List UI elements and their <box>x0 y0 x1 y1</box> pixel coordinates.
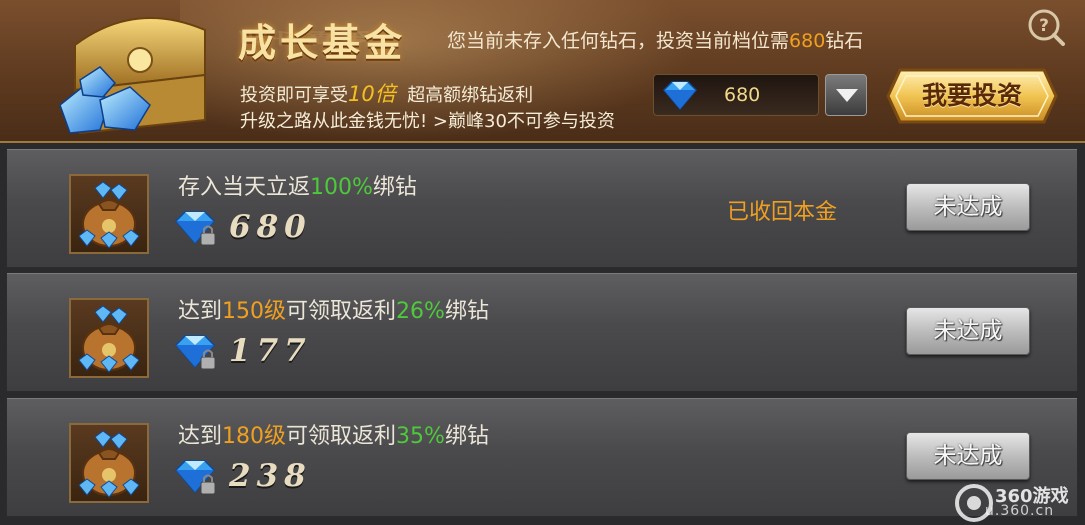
invest-button[interactable]: 我要投资 <box>886 68 1058 124</box>
investment-header: 成长基金 成长基金 您当前未存入任何钻石，投资当前档位需680钻石 投资即可享受… <box>0 0 1085 143</box>
principal-recovered-note: 已收回本金 <box>727 200 838 225</box>
reward-condition: 达到150级可领取返利26%绑钻 <box>178 293 489 325</box>
reward-icon-frame <box>69 423 149 503</box>
notice-suffix: 钻石 <box>825 30 864 52</box>
diamond-bag-icon <box>78 305 140 373</box>
reward-icon-frame <box>69 174 149 254</box>
benefit-description: 投资即可享受10倍 超高额绑钻返利 <box>240 78 533 108</box>
condition-prefix: 达到 <box>178 424 223 449</box>
desc1-suffix: 超高额绑钻返利 <box>407 85 534 106</box>
condition-percent: 26% <box>396 299 445 324</box>
notice-amount: 680 <box>789 30 826 52</box>
diamond-bag-icon <box>78 430 140 498</box>
condition-suffix: 绑钻 <box>444 424 489 449</box>
bound-diamond-icon <box>174 335 216 370</box>
condition-suffix: 绑钻 <box>372 175 417 200</box>
claim-button[interactable]: 未达成 <box>906 307 1030 355</box>
condition-percent: 35% <box>396 424 445 449</box>
condition-prefix: 存入当天立返 <box>178 175 311 200</box>
svg-text:?: ? <box>1039 16 1049 36</box>
reward-row: 达到180级可领取返利35%绑钻 238 未达成 <box>6 397 1078 517</box>
reward-value: 238 <box>229 458 312 494</box>
reward-condition: 达到180级可领取返利35%绑钻 <box>178 418 489 450</box>
investment-amount-value: 680 <box>724 84 761 106</box>
notice-prefix: 您当前未存入任何钻石，投资当前档位需 <box>447 30 790 52</box>
condition-level: 150级 <box>222 299 287 324</box>
reward-value: 680 <box>229 209 312 245</box>
diamond-bag-icon <box>78 181 140 249</box>
upgrade-description: 升级之路从此金钱无忧! >巅峰30不可参与投资 <box>240 111 615 132</box>
condition-level: 180级 <box>222 424 287 449</box>
claim-button[interactable]: 未达成 <box>906 432 1030 480</box>
help-icon[interactable]: ? <box>1026 8 1066 48</box>
claim-button-label: 未达成 <box>933 443 1003 469</box>
bound-diamond-icon <box>174 211 216 246</box>
condition-percent: 100% <box>310 175 373 200</box>
reward-condition: 存入当天立返100%绑钻 <box>178 169 417 201</box>
amount-dropdown-button[interactable] <box>825 74 867 116</box>
reward-value: 177 <box>229 333 312 369</box>
condition-middle: 可领取返利 <box>286 299 397 324</box>
investment-amount-field[interactable]: 680 <box>653 74 819 116</box>
desc1-prefix: 投资即可享受 <box>240 85 348 106</box>
investment-notice: 您当前未存入任何钻石，投资当前档位需680钻石 <box>447 26 863 53</box>
claim-button[interactable]: 未达成 <box>906 183 1030 231</box>
condition-middle: 可领取返利 <box>286 424 397 449</box>
bound-diamond-icon <box>174 460 216 495</box>
title-reflection: 成长基金 <box>238 28 374 47</box>
condition-suffix: 绑钻 <box>444 299 489 324</box>
treasure-chest-icon <box>59 17 206 135</box>
multiplier-text: 10倍 <box>348 82 396 106</box>
watermark-url: u.360.cn <box>985 503 1055 519</box>
claim-button-label: 未达成 <box>933 318 1003 344</box>
reward-row: 达到150级可领取返利26%绑钻 177 未达成 <box>6 272 1078 392</box>
condition-prefix: 达到 <box>178 299 223 324</box>
reward-row: 存入当天立返100%绑钻 680 已收回本金 未达成 <box>6 148 1078 268</box>
diamond-icon <box>662 81 698 111</box>
dropdown-arrow-icon <box>836 89 858 102</box>
reward-icon-frame <box>69 298 149 378</box>
claim-button-label: 未达成 <box>933 194 1003 220</box>
